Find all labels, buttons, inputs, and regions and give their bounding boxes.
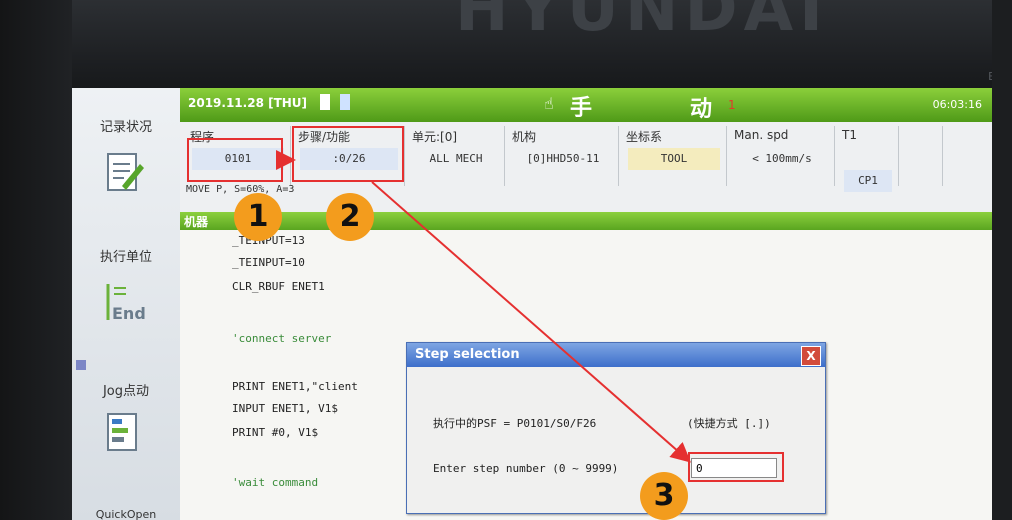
lock-icon [340, 94, 350, 110]
code-line[interactable]: 'connect server [232, 332, 331, 345]
date-label: 2019.11.28 [THU] [188, 96, 308, 110]
list-icon[interactable] [102, 410, 146, 454]
step-prompt: Enter step number (0 ~ 9999) [433, 462, 619, 475]
mode-marker: 1 [728, 98, 736, 112]
close-icon[interactable]: X [801, 346, 821, 366]
monitor-bezel-left [0, 0, 72, 520]
tool-cell[interactable]: T1 CP1 [838, 126, 899, 192]
user-icon [320, 94, 330, 110]
dialog-titlebar[interactable]: Step selection X [407, 343, 825, 367]
sidebar-item-jog[interactable]: Jog点动 [72, 380, 180, 399]
end-icon-text: End [112, 304, 146, 323]
speed-value: < 100mm/s [752, 152, 812, 165]
sidebar-item-quickopen[interactable]: QuickOpen [72, 508, 180, 520]
coord-value: TOOL [628, 148, 720, 170]
sidebar-item-exec-unit[interactable]: 执行单位 [72, 246, 180, 265]
unit-value: ALL MECH [429, 152, 483, 165]
code-line[interactable]: CLR_RBUF ENET1 [232, 280, 325, 293]
sidebar-item-label: QuickOpen [95, 508, 157, 520]
mode-label: 手 [570, 96, 593, 121]
tool-value: CP1 [844, 170, 892, 192]
blank-cell [902, 126, 943, 186]
unit-label: 单元:[0] [412, 130, 458, 144]
coord-label: 坐标系 [626, 130, 663, 144]
highlight-input [688, 452, 784, 482]
sidebar-item-label: 执行单位 [99, 250, 152, 265]
end-icon[interactable]: End [102, 280, 146, 324]
speed-cell[interactable]: Man. spd < 100mm/s [730, 126, 835, 186]
monitor-bezel-top: HYUNDAI E-3 [0, 0, 1012, 88]
code-line[interactable]: PRINT #0, V1$ [232, 426, 318, 439]
psf-line: 执行中的PSF = P0101/S0/F26 [433, 417, 597, 430]
sidebar: 记录状况 执行单位 End Jog点动 QuickOpen [72, 88, 181, 520]
mode-label-2: 动 [690, 97, 713, 122]
editor-tab[interactable]: 机器 [184, 213, 208, 230]
move-line: MOVE P, S=60%, A=3 [186, 184, 295, 195]
step-selection-dialog: Step selection X 执行中的PSF = P0101/S0/F26 … [406, 342, 826, 514]
unit-cell[interactable]: 单元:[0] ALL MECH [408, 126, 505, 186]
hand-icon: ☝ [544, 94, 554, 113]
code-line[interactable]: PRINT ENET1,"client [232, 380, 358, 393]
monitor-bezel-right [992, 0, 1012, 520]
clock: 06:03:16 [932, 98, 982, 111]
mech-cell[interactable]: 机构 [0]HHD50-11 [508, 126, 619, 186]
status-header: 2019.11.28 [THU] ☝ 手 动 1 06:03:16 [180, 88, 992, 122]
step-badge-1: 1 [234, 193, 282, 241]
editor-tabbar: 机器 [180, 212, 992, 230]
code-line[interactable]: 'wait command [232, 476, 318, 489]
speed-label: Man. spd [734, 128, 789, 142]
tool-label: T1 [842, 128, 857, 142]
code-line[interactable]: _TEINPUT=10 [232, 256, 305, 269]
code-line[interactable]: INPUT ENET1, V1$ [232, 402, 338, 415]
highlight-program [187, 138, 283, 182]
sidebar-item-record-status[interactable]: 记录状况 [72, 116, 180, 135]
highlight-step [292, 126, 404, 182]
mech-value: [0]HHD50-11 [526, 152, 600, 165]
step-badge-3: 3 [640, 472, 688, 520]
brand-logo: HYUNDAI [455, 0, 829, 46]
sidebar-item-label: 记录状况 [99, 120, 152, 135]
mech-label: 机构 [512, 130, 537, 144]
coord-cell[interactable]: 坐标系 TOOL [622, 126, 727, 186]
step-badge-2: 2 [326, 193, 374, 241]
jog-indicator [76, 360, 86, 370]
dialog-title: Step selection [415, 347, 520, 362]
notepad-icon[interactable] [102, 150, 146, 194]
shortcut-hint: (快捷方式 [.]) [687, 417, 771, 430]
sidebar-item-label: Jog点动 [102, 384, 150, 399]
blank-cell [946, 126, 986, 186]
